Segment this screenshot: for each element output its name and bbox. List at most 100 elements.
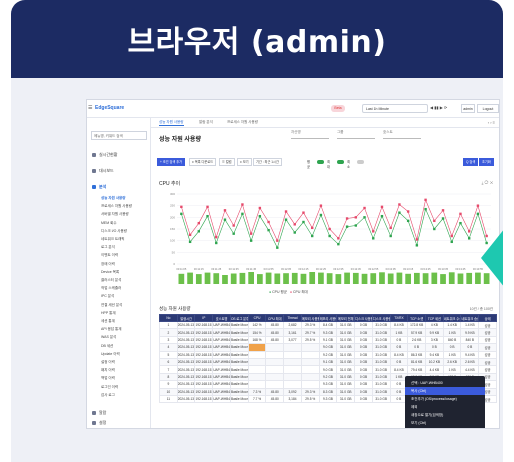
column-header[interactable]: Thread [283,314,302,322]
column-header[interactable]: IP [194,314,214,322]
sidebar-subitem[interactable]: 연결 세션 분석 [101,303,122,308]
context-menu-item[interactable]: 선택 : UAP-WHB400 [405,379,485,387]
browser-screenshot: ☰ EdgeSquare Beta Last 1h Minute ◀ ▮▮ ▶ … [86,99,500,429]
sidebar-subitem[interactable]: 로그인 이력 [101,385,118,390]
table-cell [283,365,302,374]
column-header[interactable]: 메모리 전체 [336,314,356,322]
filter-asset[interactable]: 자산명 [291,130,329,139]
sidebar-subitem[interactable]: 네트워크 트래픽 [101,237,125,242]
menu-icon[interactable]: ☰ [88,105,92,111]
filter-group[interactable]: 그룹 [337,130,375,139]
sidebar-item-alarm[interactable]: 알람 [92,410,106,416]
sidebar-subitem[interactable]: 설정 이력 [101,360,115,365]
table-row[interactable]: 42024-05-13 09:20:35.283192.168.151.70UA… [159,343,497,352]
sidebar-subitem[interactable]: 로그 분석 [101,245,115,250]
sidebar-subitem[interactable]: 세션 통계 [101,319,115,324]
sidebar-subitem[interactable]: 서버별 자원 사용량 [101,212,129,217]
table-cell: 29.5 % [300,394,320,404]
sidebar-search-input[interactable]: 메뉴명, 키워드 검색 [91,131,147,140]
period-select[interactable]: 기간 : 최근 1시간 [253,158,282,166]
table-row[interactable]: 52024-05-13 09:20:26.154192.168.151.70UA… [159,350,497,359]
timeline-bar [379,272,385,284]
sidebar-subitem[interactable]: 감사 로그 [101,393,115,398]
toggle-max[interactable] [337,160,344,164]
sidebar-item-analysis[interactable]: 분석 [92,184,106,190]
tab-alarm-analysis[interactable]: 알람 분석 [199,120,213,125]
sidebar-item-settings[interactable]: 설정 [92,420,106,426]
sidebar-subitem[interactable]: MEM 회수 [101,221,117,226]
table-row[interactable]: 12024-05-13 09:21:06.292192.168.151.70UA… [159,320,497,330]
column-header[interactable]: 디스크 사용량 [371,314,391,322]
column-header[interactable]: 메모리 사용률 [300,314,320,322]
data-point [188,240,192,244]
table-cell [247,372,267,382]
sidebar-subitem[interactable]: 디스크 I/O 사용량 [101,229,127,234]
chart-download-icon[interactable]: ⤓ ⟳ ✕ [482,180,493,185]
sidebar-subitem[interactable]: 장애 이력 [101,262,115,267]
table-cell: 142 % [247,320,267,330]
user-button[interactable]: admin [461,104,475,113]
table-row[interactable]: 72024-05-13 09:20:14.294192.168.151.70UA… [159,365,497,374]
data-point [415,244,419,247]
column-header[interactable]: 발생시간 [176,314,196,322]
column-header[interactable]: CPU [247,314,267,322]
context-menu-item[interactable]: 새창으로 열기(검색창) [405,411,485,419]
time-range-select[interactable]: Last 1h Minute [362,104,428,113]
column-header[interactable]: 상태 [478,314,497,322]
sidebar-subitem[interactable]: WAS 분석 [101,335,116,340]
tab-performance[interactable]: 성능 자원 사용량 [159,120,184,126]
search-button[interactable]: Q 검색 [463,158,479,166]
sidebar-subitem[interactable]: HPP 통계 [101,311,116,316]
sidebar-subitem[interactable]: 성능 자원 사용량 [101,196,126,201]
toggle-min[interactable] [357,160,364,164]
sidebar-item-realtime[interactable]: 실시간현황 [92,152,117,158]
logout-button[interactable]: Logout [477,104,499,113]
sidebar-subitem[interactable]: 작업 스케줄러 [101,286,121,291]
sidebar-subitem[interactable]: 프로세스 자원 사용량 [101,204,132,209]
context-menu-item[interactable]: 보기 (Ctrl) [405,419,485,427]
column-header[interactable]: 디스크 사용률 [354,314,373,322]
column-header[interactable]: OS 로그 분류명 [229,314,249,322]
filter-host[interactable]: 호스트 [383,130,421,139]
table-row[interactable]: 32024-05-13 09:20:40.283192.168.151.70UA… [159,335,497,345]
add-condition-button[interactable]: + 조건 검색 추가 [157,158,186,166]
column-header[interactable]: TX/RX [389,314,409,322]
context-menu-item[interactable]: 조건추가 (OS/process/iosage) [405,395,485,403]
sidebar-subitem[interactable]: IPC 분석 [101,294,114,299]
sidebar-subitem[interactable]: DB 세션 [101,344,113,349]
playback-controls[interactable]: ◀ ▮▮ ▶ ⟳ [430,105,447,110]
timeline-bar [387,273,394,284]
table-row[interactable]: 62024-05-13 09:20:19.290192.168.151.70UA… [159,357,497,367]
reset-button[interactable]: 초기화 [479,158,494,166]
download-list-button[interactable]: ≡ 목록 다운로드 [189,158,217,166]
sidebar-subitem[interactable]: Update 이력 [101,352,120,357]
column-header[interactable]: TCP 세션 [425,314,444,322]
sidebar-item-dashboard[interactable]: 대시보드 [92,168,114,174]
column-header[interactable]: CPU 최대 [265,314,285,322]
column-header[interactable]: 메모리 사용량 [318,314,338,322]
column-header[interactable]: 네트워크 송신 [460,314,480,322]
sidebar-item-label: 알람 [99,410,107,415]
context-menu-item[interactable]: 복사 (Ctrl) [405,387,485,395]
sidebar-subitem[interactable]: 이벤트 이력 [101,253,118,258]
column-header[interactable]: 네트워크 수신 [442,314,462,322]
context-menu-item[interactable]: 제외 [405,403,485,411]
tab-nav-icon[interactable]: ‹ › ≡ [488,120,495,125]
view-button[interactable]: ≡ 보기 [237,158,252,166]
app-logo[interactable]: EdgeSquare [95,105,124,111]
sidebar-subitem[interactable]: 패치 이력 [101,368,115,373]
columns-button[interactable]: ☰ 컬럼 [219,158,235,166]
column-header[interactable]: 호스트명 [212,314,231,322]
table-cell: 7 [159,365,178,374]
sidebar-subitem[interactable]: 클러스터 분석 [101,278,121,283]
table-row[interactable]: 22024-05-13 09:20:55.289192.168.151.70UA… [159,328,497,337]
sidebar-subitem[interactable]: Device 목록 [101,270,119,275]
tab-process[interactable]: 프로세스 자원 사용량 [227,120,258,125]
toggle-avg[interactable] [317,160,324,164]
sidebar-subitem[interactable]: 백업 이력 [101,376,115,381]
sidebar-subitem[interactable]: API 응답 통계 [101,327,121,332]
column-header[interactable]: TCP 소켓 [407,314,427,322]
column-header[interactable]: No [159,314,178,322]
table-cell: 2.6 KB [442,357,462,367]
timeline-bar [344,272,350,284]
